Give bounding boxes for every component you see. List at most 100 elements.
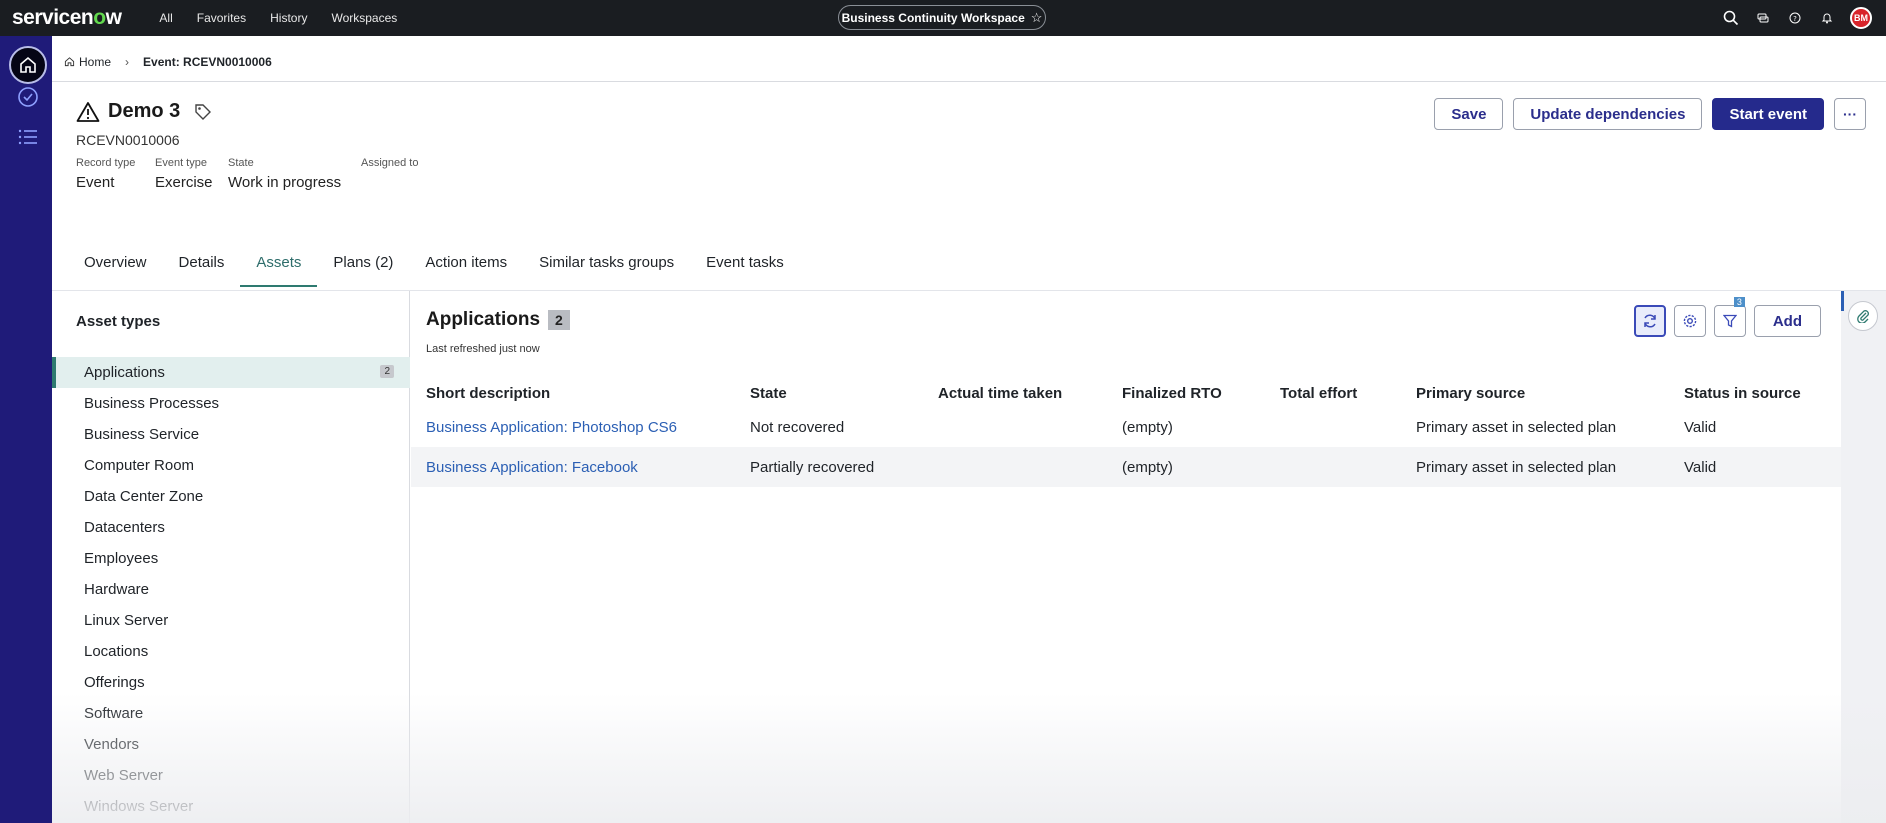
field-label: State bbox=[228, 157, 254, 169]
grid-count-badge: 2 bbox=[548, 310, 570, 330]
update-dependencies-button[interactable]: Update dependencies bbox=[1513, 98, 1703, 130]
row-total-effort bbox=[1265, 407, 1401, 447]
field-value: Work in progress bbox=[228, 174, 342, 191]
column-short-description[interactable]: Short description bbox=[411, 379, 735, 407]
start-event-button[interactable]: Start event bbox=[1712, 98, 1824, 130]
tab-action-items[interactable]: Action items bbox=[409, 251, 523, 287]
attachment-button[interactable] bbox=[1848, 301, 1878, 331]
asset-types-heading: Asset types bbox=[76, 313, 161, 330]
asset-type-business-service[interactable]: Business Service bbox=[52, 419, 410, 450]
table-header-row: Short description State Actual time take… bbox=[411, 379, 1841, 407]
workspace-name: Business Continuity Workspace bbox=[841, 10, 1025, 25]
row-status-in-source: Valid bbox=[1684, 418, 1717, 436]
star-icon[interactable]: ☆ bbox=[1031, 10, 1043, 26]
asset-type-software[interactable]: Software bbox=[52, 698, 410, 729]
chevron-right-icon: › bbox=[125, 54, 130, 69]
table-row: Business Application: Photoshop CS6 Not … bbox=[411, 407, 1841, 447]
asset-type-business-processes[interactable]: Business Processes bbox=[52, 388, 410, 419]
more-actions-button[interactable]: ··· bbox=[1834, 98, 1866, 130]
column-state[interactable]: State bbox=[735, 379, 923, 407]
field-label: Event type bbox=[155, 157, 207, 169]
field-label: Record type bbox=[76, 157, 136, 169]
field-state: State Work in progress bbox=[228, 157, 341, 191]
asset-type-computer-room[interactable]: Computer Room bbox=[52, 450, 410, 481]
add-button[interactable]: Add bbox=[1753, 305, 1821, 337]
assets-content: Asset types Applications 2 Business Proc… bbox=[52, 290, 1886, 823]
filter-icon bbox=[1722, 314, 1737, 328]
nav-favorites[interactable]: Favorites bbox=[185, 11, 258, 25]
row-link[interactable]: Business Application: Photoshop CS6 bbox=[411, 407, 735, 447]
column-finalized-rto[interactable]: Finalized RTO bbox=[1107, 379, 1265, 407]
column-actual-time-taken[interactable]: Actual time taken bbox=[923, 379, 1107, 407]
user-avatar[interactable]: BM bbox=[1850, 7, 1872, 29]
asset-type-windows-server[interactable]: Windows Server bbox=[52, 791, 410, 822]
record-tabs: Overview Details Assets Plans (2) Action… bbox=[68, 251, 800, 287]
row-primary-source: Primary asset in selected plan bbox=[1401, 447, 1669, 487]
row-finalized-rto: (empty) bbox=[1107, 447, 1265, 487]
tab-details[interactable]: Details bbox=[163, 251, 241, 287]
asset-type-offerings[interactable]: Offerings bbox=[52, 667, 410, 698]
asset-type-employees[interactable]: Employees bbox=[52, 543, 410, 574]
breadcrumb-home[interactable]: Home bbox=[64, 55, 111, 69]
field-value: Exercise bbox=[155, 174, 213, 191]
refresh-icon bbox=[1644, 314, 1656, 328]
asset-type-vendors[interactable]: Vendors bbox=[52, 729, 410, 760]
refresh-button[interactable] bbox=[1633, 305, 1666, 337]
column-total-effort[interactable]: Total effort bbox=[1265, 379, 1401, 407]
list-icon[interactable] bbox=[15, 124, 41, 150]
record-title: Demo 3 bbox=[108, 100, 181, 122]
top-nav-links: All Favorites History Workspaces bbox=[147, 11, 409, 25]
asset-type-data-center-zone[interactable]: Data Center Zone bbox=[52, 481, 410, 512]
asset-type-linux-server[interactable]: Linux Server bbox=[52, 605, 410, 636]
asset-types-list: Applications 2 Business Processes Busine… bbox=[52, 357, 410, 822]
tab-overview[interactable]: Overview bbox=[68, 251, 163, 287]
row-primary-source: Primary asset in selected plan bbox=[1416, 418, 1617, 436]
row-actual-time bbox=[923, 447, 1107, 487]
tab-assets[interactable]: Assets bbox=[240, 251, 318, 287]
asset-type-locations[interactable]: Locations bbox=[52, 636, 410, 667]
servicenow-logo[interactable]: servicenow bbox=[12, 6, 122, 30]
tab-plans[interactable]: Plans (2) bbox=[317, 251, 409, 287]
home-small-icon bbox=[64, 57, 75, 67]
settings-button[interactable] bbox=[1673, 305, 1706, 337]
column-primary-source[interactable]: Primary source bbox=[1401, 379, 1669, 407]
tab-similar-tasks-groups[interactable]: Similar tasks groups bbox=[523, 251, 690, 287]
workspace-selector[interactable]: Business Continuity Workspace ☆ bbox=[838, 5, 1046, 30]
field-event-type: Event type Exercise bbox=[155, 157, 213, 191]
nav-all[interactable]: All bbox=[147, 11, 184, 25]
top-navigation-bar: servicenow All Favorites History Workspa… bbox=[0, 0, 1886, 36]
filter-button[interactable]: 3 bbox=[1713, 297, 1746, 337]
help-icon[interactable]: ? bbox=[1786, 9, 1804, 27]
column-status-in-source[interactable]: Status in source bbox=[1669, 379, 1841, 407]
record-header: Demo 3 RCEVN0010006 Record type Event Ev… bbox=[52, 82, 1886, 287]
search-icon[interactable] bbox=[1722, 9, 1740, 27]
side-panel bbox=[1841, 291, 1886, 823]
chat-icon[interactable] bbox=[1754, 9, 1772, 27]
asset-type-hardware[interactable]: Hardware bbox=[52, 574, 410, 605]
check-circle-icon[interactable] bbox=[15, 84, 41, 110]
field-value: Event bbox=[76, 174, 115, 191]
top-icons: ? BM bbox=[1722, 0, 1872, 36]
warning-icon bbox=[76, 101, 100, 122]
asset-type-datacenters[interactable]: Datacenters bbox=[52, 512, 410, 543]
row-state: Partially recovered bbox=[735, 447, 923, 487]
grid-title-row: Applications 2 bbox=[426, 309, 570, 331]
row-link[interactable]: Business Application: Facebook bbox=[411, 447, 735, 487]
asset-type-applications[interactable]: Applications 2 bbox=[52, 357, 410, 388]
field-assigned-to: Assigned to bbox=[361, 157, 418, 174]
nav-history[interactable]: History bbox=[258, 11, 319, 25]
row-status-in-source: Valid bbox=[1669, 447, 1841, 487]
tag-icon[interactable] bbox=[194, 103, 212, 121]
save-button[interactable]: Save bbox=[1434, 98, 1504, 130]
side-panel-edge bbox=[1841, 291, 1844, 311]
tab-event-tasks[interactable]: Event tasks bbox=[690, 251, 800, 287]
bell-icon[interactable] bbox=[1818, 9, 1836, 27]
paperclip-icon bbox=[1857, 310, 1869, 323]
nav-workspaces[interactable]: Workspaces bbox=[319, 11, 409, 25]
applications-table: Short description State Actual time take… bbox=[411, 379, 1841, 487]
field-label: Assigned to bbox=[361, 157, 419, 169]
asset-type-web-server[interactable]: Web Server bbox=[52, 760, 410, 791]
breadcrumb-current[interactable]: Event: RCEVN0010006 bbox=[143, 55, 272, 69]
main-area: Home › Event: RCEVN0010006 Demo 3 RCEVN0… bbox=[52, 42, 1886, 823]
home-icon[interactable] bbox=[9, 46, 47, 84]
